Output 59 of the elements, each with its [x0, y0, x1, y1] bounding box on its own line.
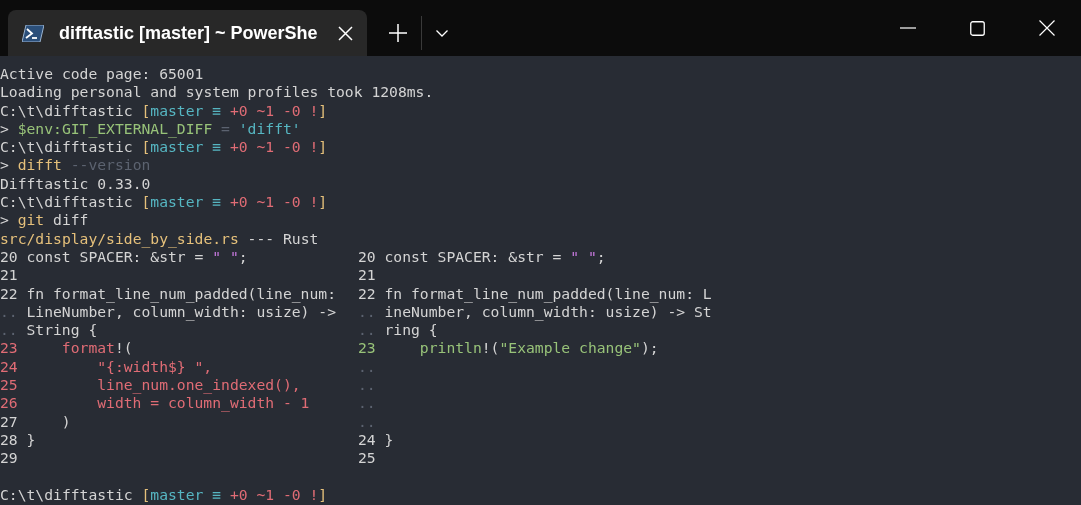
- maximize-icon[interactable]: [970, 20, 985, 36]
- line-number: ..: [358, 412, 376, 431]
- code-line: line_num.one_indexed(),: [96, 376, 301, 395]
- code-line: }: [384, 430, 394, 450]
- line-number: 23: [358, 339, 376, 358]
- line-number: ..: [358, 321, 376, 340]
- terminal-line: C:\t\difftastic [master ≡ +0 ~1 -0 !]: [0, 138, 328, 157]
- line-number: 29: [0, 449, 18, 468]
- line-number: 20: [0, 247, 18, 267]
- code-line: fn format_line_num_padded(line_num:: [26, 284, 336, 303]
- line-number: 23: [0, 339, 18, 358]
- terminal-line: C:\t\difftastic [master ≡ +0 ~1 -0 !]: [0, 193, 328, 212]
- code-line: ineNumber, column_width: usize) -> St: [384, 302, 712, 322]
- line-number: 21: [358, 266, 376, 285]
- line-number: 22: [358, 284, 376, 303]
- terminal-line: C:\t\difftastic [master ≡ +0 ~1 -0 !]: [0, 485, 328, 505]
- close-icon[interactable]: [1039, 20, 1055, 36]
- terminal-line: Difftastic 0.33.0: [0, 174, 151, 194]
- code-line: }: [26, 430, 36, 450]
- terminal-line: > $env:GIT_EXTERNAL_DIFF = 'difft': [0, 119, 301, 139]
- code-line: "{:width$} ",: [96, 357, 213, 377]
- line-number: 26: [0, 394, 18, 413]
- tab-title: difftastic [master] ~ PowerShe: [59, 21, 318, 45]
- code-line: width = column_width - 1: [96, 394, 310, 413]
- line-number: 28: [0, 430, 18, 450]
- terminal-tab[interactable]: difftastic [master] ~ PowerShe: [8, 10, 367, 56]
- line-number: ..: [358, 302, 376, 322]
- line-number: 21: [0, 266, 18, 285]
- line-number: 20: [358, 247, 376, 267]
- line-number: 24: [358, 430, 376, 450]
- code-line: fn format_line_num_padded(line_num: L: [384, 284, 712, 303]
- terminal-line: src/display/side_by_side.rs --- Rust: [0, 229, 319, 248]
- code-line: println!("Example change");: [418, 339, 659, 358]
- code-line: LineNumber, column_width: usize) ->: [26, 302, 336, 322]
- code-line: format!(: [60, 339, 133, 358]
- line-number: 27: [0, 412, 18, 431]
- line-number: ..: [0, 302, 18, 322]
- terminal-line: Active code page: 65001: [0, 65, 204, 84]
- line-number: 24: [0, 357, 18, 377]
- code-line: const SPACER: &str = " ";: [26, 247, 248, 267]
- line-number: ..: [0, 321, 18, 340]
- line-number: ..: [358, 376, 376, 395]
- terminal-line: C:\t\difftastic [master ≡ +0 ~1 -0 !]: [0, 101, 328, 120]
- code-line: const SPACER: &str = " ";: [384, 247, 606, 267]
- close-icon[interactable]: [338, 25, 353, 41]
- line-number: 25: [358, 449, 376, 468]
- terminal-line: > git diff: [0, 211, 89, 230]
- line-number: 25: [0, 376, 18, 395]
- powershell-icon: [22, 24, 44, 42]
- line-number: ..: [358, 357, 376, 377]
- chevron-down-icon[interactable]: [436, 29, 448, 37]
- terminal-line: > difft --version: [0, 156, 151, 175]
- code-line: ): [60, 412, 71, 431]
- terminal-line: Loading personal and system profiles took 1208ms.: [0, 83, 434, 102]
- line-number: ..: [358, 394, 376, 413]
- code-line: ring {: [384, 321, 438, 340]
- code-line: String {: [26, 321, 98, 340]
- line-number: 22: [0, 284, 18, 303]
- plus-icon[interactable]: [389, 24, 407, 42]
